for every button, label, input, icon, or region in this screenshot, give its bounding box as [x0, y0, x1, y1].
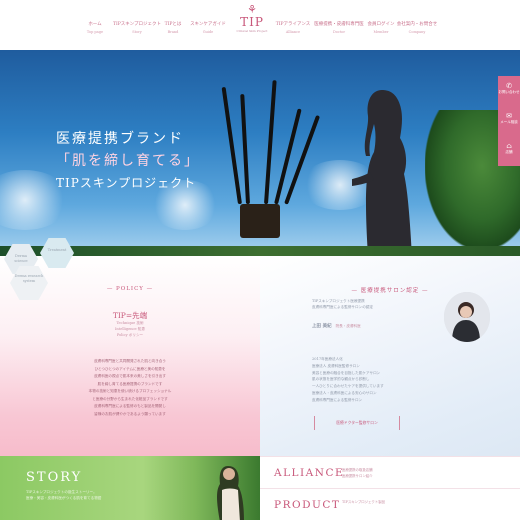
policy-keywords: Technique 技術 Intelligence 知恵 Policy ポリシー [100, 320, 160, 338]
nav-item-company[interactable]: 会社案内・お問合せ Company [392, 22, 442, 35]
hero-line-2: 「肌を締し育てる」 [56, 153, 200, 169]
product-link[interactable]: PRODUCT TIPスキンプロジェクト製品 [260, 488, 520, 520]
nav-label: 会員ログイン [367, 22, 395, 27]
policy-line: 本物の技術と知恵を使い続けるプロフェッショナル [88, 389, 172, 393]
doctor-photo [444, 292, 490, 342]
nav-sublabel: Alliance [285, 30, 301, 34]
salon-heading: — 医療提携サロン認定 — [351, 288, 429, 294]
nav-label: スキンケアガイド [190, 22, 226, 27]
alliance-text: 医療提携の取扱店舗 医療提携サロン紹介 [342, 468, 422, 479]
policy-line: 皮膚科医の視点で肌本来の美しさを引き出す [94, 374, 166, 378]
store-icon: ⌂ [506, 142, 512, 150]
policy-line: 皆様のお肌が健やかであるよう願っています [94, 411, 166, 416]
policy-line: 肌を締し育てる医療提携のブランドです [97, 381, 163, 386]
salon-intro-line: 皮膚科専門医による監修サロンの認定 [312, 305, 373, 309]
woman-silhouette-image [352, 90, 412, 256]
page: ホーム Top page TIPスキンプロジェクト Story TIPとは Brand… [0, 0, 520, 520]
doctor-name: 上田 美紀 院長・皮膚科医 [312, 323, 361, 329]
salon-line: 医療法人 皮膚科医監修サロン [312, 363, 360, 368]
hero-headline: 医療提携ブランド 「肌を締し育てる」 TIPスキンプロジェクト [56, 128, 200, 194]
policy-line: と医療の分野から生まれた化粧品ブランドです [92, 396, 168, 401]
policy-line: 皮膚科専門医と共同開発された肌と向き合う [94, 359, 166, 363]
policy-heading: — POLICY — [106, 286, 154, 292]
keyword: Policy ポリシー [116, 333, 144, 337]
policy-line: ひとつひとつのアイテムに医療と美の知恵を [94, 366, 166, 371]
story-title: STORY [26, 470, 83, 485]
hex-label: Derma research system [14, 274, 44, 283]
alliance-line: 医療提携サロン紹介 [342, 473, 373, 478]
salon-intro: TIPスキンプロジェクト医療提携 皮膚科専門医による監修サロンの認定 [312, 298, 432, 310]
logo-mark-icon: ⚘ [247, 3, 257, 16]
salon-line: 肌の状態を医学的な観点から診断し [312, 377, 370, 382]
hero-banner: 医療提携ブランド 「肌を締し育てる」 TIPスキンプロジェクト [0, 50, 520, 256]
salon-line: 2017年医療法人化 [312, 357, 343, 361]
salon-line: 医療法人・皮膚科医による安心のサロン [312, 390, 377, 395]
side-tab-mail[interactable]: ✉ メール相談 [498, 106, 520, 136]
doctor-name-text: 上田 美紀 [312, 324, 332, 329]
nav-label: TIPとは [164, 22, 182, 27]
side-tab-label: 店舗 [505, 150, 513, 154]
hex-label: Derma science [14, 254, 28, 263]
nav-sublabel: Guide [202, 30, 214, 34]
phone-icon: ✆ [506, 82, 512, 90]
side-tab-phone[interactable]: ✆ お問い合わせ [498, 76, 520, 106]
top-navigation: ホーム Top page TIPスキンプロジェクト Story TIPとは Brand… [0, 0, 520, 50]
nav-label: ホーム [88, 22, 102, 27]
side-tab-store[interactable]: ⌂ 店舗 [498, 136, 520, 166]
salon-line: 一人ひとりに合わせたケアを提供しています [312, 384, 384, 389]
story-woman-image [217, 466, 244, 520]
nav-item-guide[interactable]: スキンケアガイド Guide [183, 22, 233, 35]
alliance-title: ALLIANCE [274, 467, 345, 479]
side-tab-label: お問い合わせ [498, 90, 520, 94]
alliance-link[interactable]: ALLIANCE 医療提携の取扱店舗 医療提携サロン紹介 [260, 456, 520, 488]
story-banner[interactable]: STORY TIPスキンプロジェクトの誕生ストーリー。 医療・美容・皮膚科医がつ… [0, 456, 260, 520]
side-tab-label: メール相談 [500, 120, 518, 124]
story-text: TIPスキンプロジェクトの誕生ストーリー。 医療・美容・皮膚科医がつくる肌を育て… [26, 489, 176, 501]
hex-label: Treatment [47, 248, 67, 252]
policy-body: 皮膚科専門医と共同開発された肌と向き合う ひとつひとつのアイテムに医療と美の知恵… [50, 358, 210, 418]
nav-item-alliance[interactable]: TIPアライアンス Alliance [268, 22, 318, 35]
nav-sublabel: Company [408, 30, 426, 34]
story-line: 医療・美容・皮膚科医がつくる肌を育てる物語 [26, 496, 102, 500]
salon-body: 2017年医療法人化 医療法人 皮膚科医監修サロン 美容と医療の融合を目指した肌… [312, 356, 462, 404]
salon-line: 皮膚科専門医による監修サロン [312, 397, 363, 402]
nav-label: TIPアライアンス [275, 22, 311, 27]
policy-line: 皮膚科専門医による監修のもと製品を開発し [94, 404, 166, 408]
product-text: TIPスキンプロジェクト製品 [342, 500, 422, 506]
product-title: PRODUCT [274, 499, 341, 511]
salon-line: 美容と医療の融合を目指した肌ケアサロン [312, 370, 381, 375]
doctor-role: 院長・皮膚科医 [335, 324, 361, 328]
salon-section: — 医療提携サロン認定 — TIPスキンプロジェクト医療提携 皮膚科専門医による… [260, 256, 520, 456]
mail-icon: ✉ [506, 112, 512, 120]
nav-label: 会社案内・お問合せ [396, 22, 438, 27]
hexagon-badges: Derma science Treatment Derma research s… [0, 238, 90, 304]
brand-logo[interactable]: ⚘ TIP Clinical Skin Project [235, 4, 269, 33]
salon-more-button[interactable]: 医療ドクター監修サロン [314, 416, 400, 430]
logo-subtitle: Clinical Skin Project [236, 29, 268, 33]
hero-line-1: 医療提携ブランド [56, 131, 184, 147]
product-line: TIPスキンプロジェクト製品 [342, 500, 385, 504]
logo-text: TIP [240, 15, 264, 29]
hero-line-3: TIPスキンプロジェクト [56, 176, 197, 190]
